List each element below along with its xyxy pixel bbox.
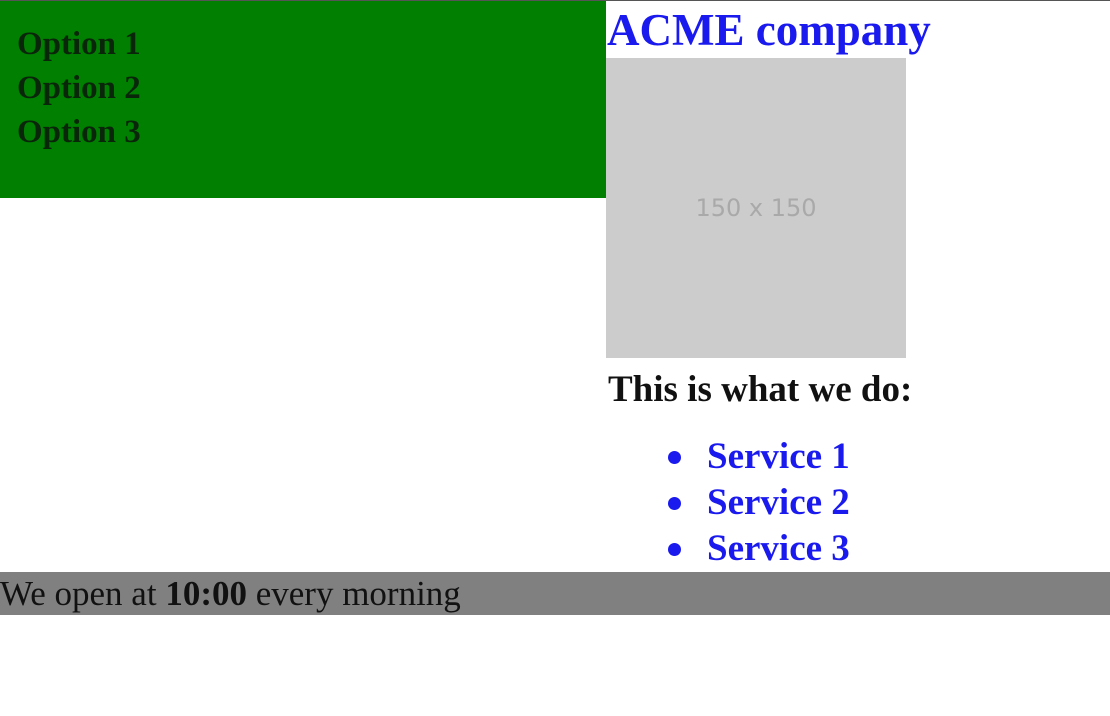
opening-time: 10:00 bbox=[165, 574, 247, 613]
bullet-icon bbox=[668, 543, 681, 556]
services-list: Service 1 Service 2 Service 3 bbox=[660, 434, 850, 572]
list-item: Service 1 bbox=[660, 434, 850, 480]
bullet-icon bbox=[668, 451, 681, 464]
services-heading: This is what we do: bbox=[608, 369, 913, 410]
sidebar-item-option-1[interactable]: Option 1 bbox=[17, 22, 606, 66]
footer-text-before: We open at bbox=[0, 574, 166, 613]
service-link-1[interactable]: Service 1 bbox=[707, 436, 850, 477]
sidebar-menu: Option 1 Option 2 Option 3 bbox=[0, 1, 606, 198]
footer-bar: We open at 10:00 every morning bbox=[0, 572, 1110, 615]
service-link-3[interactable]: Service 3 bbox=[707, 528, 850, 569]
bullet-icon bbox=[668, 497, 681, 510]
sidebar-item-option-3[interactable]: Option 3 bbox=[17, 110, 606, 154]
sidebar-item-option-2[interactable]: Option 2 bbox=[17, 66, 606, 110]
service-link-2[interactable]: Service 2 bbox=[707, 482, 850, 523]
placeholder-image-label: 150 x 150 bbox=[695, 194, 817, 222]
footer-text-after: every morning bbox=[246, 574, 461, 613]
placeholder-image: 150 x 150 bbox=[606, 58, 906, 358]
list-item: Service 3 bbox=[660, 526, 850, 572]
company-title: ACME company bbox=[607, 5, 931, 55]
list-item: Service 2 bbox=[660, 480, 850, 526]
